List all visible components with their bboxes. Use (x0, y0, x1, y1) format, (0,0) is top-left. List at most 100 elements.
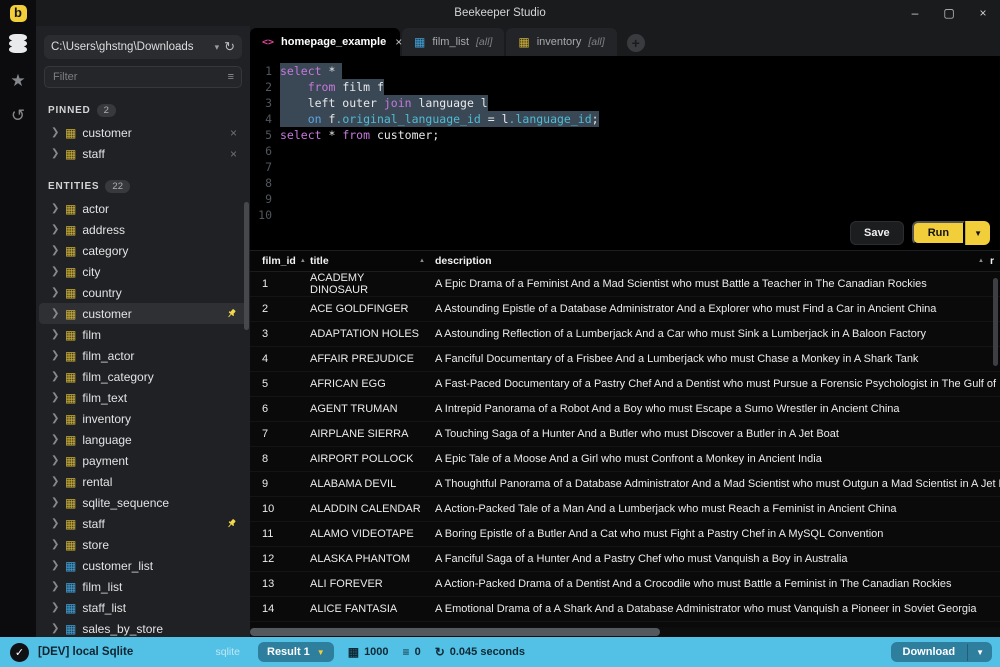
unpin-close-icon[interactable]: × (230, 126, 237, 140)
code-line[interactable]: 9 (250, 191, 1000, 207)
table-row[interactable]: 14 ALICE FANTASIA A Emotional Drama of a… (250, 597, 1000, 622)
chevron-right-icon[interactable]: ❯ (51, 308, 59, 319)
download-button[interactable]: Download ▼ (891, 642, 992, 662)
chevron-right-icon[interactable]: ❯ (51, 350, 59, 361)
chevron-right-icon[interactable]: ❯ (51, 560, 59, 571)
entity-item[interactable]: ❯ ▦ sqlite_sequence (39, 492, 247, 513)
pinned-item[interactable]: ❯ ▦ staff × (39, 143, 247, 164)
column-header-title[interactable]: title ▲ (310, 255, 435, 267)
entity-item[interactable]: ❯ ▦ film (39, 324, 247, 345)
unpin-close-icon[interactable]: × (230, 147, 237, 161)
cell-film-id[interactable]: 6 (250, 403, 310, 415)
menu-item[interactable] (42, 10, 60, 16)
entity-item[interactable]: ❯ ▦ film_actor (39, 345, 247, 366)
entity-item[interactable]: ❯ ▦ staff (39, 513, 247, 534)
cell-film-id[interactable]: 11 (250, 528, 310, 540)
refresh-icon[interactable]: ↻ (224, 39, 235, 55)
menu-item[interactable] (64, 10, 82, 16)
save-button[interactable]: Save (850, 221, 904, 245)
chevron-right-icon[interactable]: ❯ (51, 266, 59, 277)
cell-title[interactable]: AIRPLANE SIERRA (310, 428, 435, 440)
entity-item[interactable]: ❯ ▦ city (39, 261, 247, 282)
chevron-right-icon[interactable]: ❯ (51, 539, 59, 550)
result-selector-button[interactable]: Result 1 ▼ (258, 642, 334, 662)
filter-input[interactable] (53, 71, 228, 83)
table-row[interactable]: 13 ALI FOREVER A Action-Packed Drama of … (250, 572, 1000, 597)
cell-title[interactable]: ALICE FANTASIA (310, 603, 435, 615)
entity-item[interactable]: ❯ ▦ customer (39, 303, 247, 324)
cell-film-id[interactable]: 10 (250, 503, 310, 515)
cell-description[interactable]: A Action-Packed Drama of a Dentist And a… (435, 578, 1000, 590)
database-icon[interactable] (8, 34, 28, 54)
cell-title[interactable]: ACADEMY DINOSAUR (310, 272, 435, 296)
table-row[interactable]: 3 ADAPTATION HOLES A Astounding Reflecti… (250, 322, 1000, 347)
cell-description[interactable]: A Epic Drama of a Feminist And a Mad Sci… (435, 278, 1000, 290)
entity-item[interactable]: ❯ ▦ customer_list (39, 555, 247, 576)
cell-description[interactable]: A Emotional Drama of a A Shark And a Dat… (435, 603, 1000, 615)
code-line[interactable]: 1select * (250, 63, 1000, 79)
table-row[interactable]: 10 ALADDIN CALENDAR A Action-Packed Tale… (250, 497, 1000, 522)
table-row[interactable]: 11 ALAMO VIDEOTAPE A Boring Epistle of a… (250, 522, 1000, 547)
entity-item[interactable]: ❯ ▦ store (39, 534, 247, 555)
code-line[interactable]: 3 left outer join language l (250, 95, 1000, 111)
cell-film-id[interactable]: 9 (250, 478, 310, 490)
new-tab-button[interactable]: + (627, 34, 645, 52)
table-row[interactable]: 12 ALASKA PHANTOM A Fanciful Saga of a H… (250, 547, 1000, 572)
code-line[interactable]: 6 (250, 143, 1000, 159)
tab[interactable]: ▦ film_list [all] (402, 28, 504, 56)
results-vertical-scrollbar[interactable] (993, 278, 998, 366)
chevron-right-icon[interactable]: ❯ (51, 518, 59, 529)
cell-film-id[interactable]: 3 (250, 328, 310, 340)
cell-title[interactable]: ALAMO VIDEOTAPE (310, 528, 435, 540)
chevron-right-icon[interactable]: ❯ (51, 203, 59, 214)
table-row[interactable]: 8 AIRPORT POLLOCK A Epic Tale of a Moose… (250, 447, 1000, 472)
table-row[interactable]: 1 ACADEMY DINOSAUR A Epic Drama of a Fem… (250, 272, 1000, 297)
chevron-right-icon[interactable]: ❯ (51, 245, 59, 256)
table-row[interactable]: 6 AGENT TRUMAN A Intrepid Panorama of a … (250, 397, 1000, 422)
sidebar-scrollbar[interactable] (244, 202, 249, 330)
code-line[interactable]: 4 on f.original_language_id = l.language… (250, 111, 1000, 127)
chevron-right-icon[interactable]: ❯ (51, 476, 59, 487)
cell-film-id[interactable]: 1 (250, 278, 310, 290)
chevron-right-icon[interactable]: ❯ (51, 287, 59, 298)
history-icon[interactable]: ↺ (11, 107, 25, 124)
table-row[interactable]: 4 AFFAIR PREJUDICE A Fanciful Documentar… (250, 347, 1000, 372)
cell-description[interactable]: A Intrepid Panorama of a Robot And a Boy… (435, 403, 1000, 415)
chevron-right-icon[interactable]: ❯ (51, 148, 59, 159)
cell-title[interactable]: ALADDIN CALENDAR (310, 503, 435, 515)
cell-description[interactable]: A Boring Epistle of a Butler And a Cat w… (435, 528, 1000, 540)
chevron-right-icon[interactable]: ❯ (51, 329, 59, 340)
entity-item[interactable]: ❯ ▦ sales_by_store (39, 618, 247, 637)
cell-title[interactable]: AGENT TRUMAN (310, 403, 435, 415)
entity-item[interactable]: ❯ ▦ language (39, 429, 247, 450)
chevron-right-icon[interactable]: ❯ (51, 413, 59, 424)
cell-film-id[interactable]: 4 (250, 353, 310, 365)
code-line[interactable]: 5select * from customer; (250, 127, 1000, 143)
entity-item[interactable]: ❯ ▦ payment (39, 450, 247, 471)
cell-description[interactable]: A Action-Packed Tale of a Man And a Lumb… (435, 503, 1000, 515)
cell-description[interactable]: A Thoughtful Panorama of a Database Admi… (435, 478, 1000, 490)
table-row[interactable]: 9 ALABAMA DEVIL A Thoughtful Panorama of… (250, 472, 1000, 497)
chevron-right-icon[interactable]: ❯ (51, 602, 59, 613)
filter-icon[interactable]: ≡ (228, 71, 233, 83)
chevron-right-icon[interactable]: ❯ (51, 623, 59, 634)
chevron-right-icon[interactable]: ❯ (51, 127, 59, 138)
sort-asc-icon[interactable]: ▲ (300, 258, 306, 264)
maximize-button[interactable]: ▢ (932, 0, 966, 26)
cell-description[interactable]: A Touching Saga of a Hunter And a Butler… (435, 428, 1000, 440)
cell-title[interactable]: ADAPTATION HOLES (310, 328, 435, 340)
chevron-right-icon[interactable]: ❯ (51, 581, 59, 592)
chevron-down-icon[interactable]: ▼ (967, 644, 992, 661)
cell-film-id[interactable]: 8 (250, 453, 310, 465)
cell-description[interactable]: A Astounding Reflection of a Lumberjack … (435, 328, 1000, 340)
sql-editor[interactable]: 1select * 2 from film f3 left outer join… (250, 56, 1000, 250)
code-line[interactable]: 8 (250, 175, 1000, 191)
cell-title[interactable]: AIRPORT POLLOCK (310, 453, 435, 465)
cell-film-id[interactable]: 14 (250, 603, 310, 615)
menu-item[interactable] (108, 10, 126, 16)
column-header-partial[interactable]: r (990, 255, 1000, 267)
cell-title[interactable]: ALI FOREVER (310, 578, 435, 590)
run-options-caret[interactable]: ▼ (965, 221, 990, 245)
chevron-right-icon[interactable]: ❯ (51, 455, 59, 466)
cell-description[interactable]: A Fanciful Saga of a Hunter And a Pastry… (435, 553, 1000, 565)
